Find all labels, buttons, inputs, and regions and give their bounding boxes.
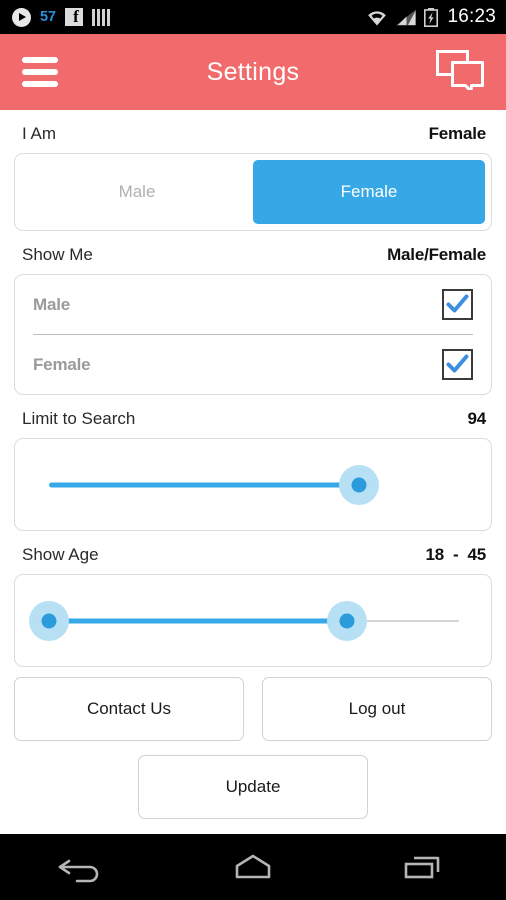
show-me-label-female: Female: [33, 354, 91, 374]
status-bar-left: 57: [12, 7, 110, 27]
show-me-row-label: Show Me Male/Female: [14, 231, 492, 274]
limit-to-search-row-label: Limit to Search 94: [14, 395, 492, 438]
limit-to-search-value: 94: [467, 409, 486, 428]
signal-icon: [396, 9, 417, 25]
settings-content: I Am Female Male Female Show Me Male/Fem…: [0, 110, 506, 819]
show-me-row-male[interactable]: Male: [33, 275, 473, 334]
show-me-row-female[interactable]: Female: [33, 334, 473, 394]
home-icon: [235, 854, 271, 879]
show-age-separator: -: [453, 545, 459, 564]
show-age-label: Show Age: [22, 545, 99, 564]
checkbox-female[interactable]: [442, 349, 473, 380]
check-icon: [446, 294, 469, 313]
status-bar-clock: 16:23: [447, 6, 496, 27]
show-age-min-value: 18: [425, 545, 445, 564]
hamburger-menu-icon[interactable]: [22, 57, 58, 87]
notification-count: 57: [40, 9, 56, 25]
wifi-icon: [368, 10, 387, 25]
i-am-row-label: I Am Female: [14, 110, 492, 153]
contact-us-button[interactable]: Contact Us: [14, 677, 244, 741]
chat-bubbles-icon[interactable]: [436, 49, 484, 95]
status-bar: 57 16:23: [0, 0, 506, 34]
page-title: Settings: [206, 57, 300, 86]
limit-to-search-slider[interactable]: [14, 438, 492, 531]
show-me-label-male: Male: [33, 294, 70, 314]
checkbox-male[interactable]: [442, 289, 473, 320]
back-arrow-icon: [59, 859, 99, 883]
update-button-row: Update: [14, 741, 492, 819]
gender-option-female[interactable]: Female: [253, 160, 485, 224]
show-age-row-label: Show Age 18 - 45: [14, 531, 492, 574]
back-button[interactable]: [44, 834, 124, 900]
show-age-slider[interactable]: [14, 574, 492, 667]
show-me-value: Male/Female: [387, 245, 486, 264]
limit-slider-thumb[interactable]: [339, 464, 379, 505]
show-me-card: Male Female: [14, 274, 492, 395]
limit-slider-active-track: [49, 482, 359, 487]
android-nav-bar: [0, 834, 506, 900]
log-out-button[interactable]: Log out: [262, 677, 492, 741]
app-bar: Settings: [0, 34, 506, 110]
show-me-check-list: Male Female: [15, 275, 491, 394]
recent-apps-icon: [404, 856, 439, 879]
recent-apps-button[interactable]: [382, 834, 462, 900]
limit-to-search-label: Limit to Search: [22, 409, 136, 428]
home-button[interactable]: [213, 834, 293, 900]
i-am-label: I Am: [22, 124, 57, 143]
action-button-row: Contact Us Log out: [14, 667, 492, 741]
check-icon: [446, 354, 469, 373]
i-am-value: Female: [428, 124, 487, 143]
show-age-value: 18 - 45: [426, 545, 487, 565]
show-me-label: Show Me: [22, 245, 93, 264]
show-age-max-value: 45: [467, 545, 486, 564]
bars-icon: [91, 8, 110, 26]
age-slider-active-track: [49, 618, 349, 623]
battery-charging-icon: [424, 7, 439, 27]
gender-segmented-control: Male Female: [14, 153, 492, 231]
age-slider-thumb-min[interactable]: [29, 600, 69, 641]
age-slider-thumb-max[interactable]: [327, 600, 367, 641]
update-button[interactable]: Update: [138, 755, 368, 819]
gender-option-male[interactable]: Male: [21, 160, 253, 224]
play-icon: [12, 7, 31, 27]
facebook-icon: [64, 8, 83, 26]
status-bar-right: 16:23: [366, 6, 496, 28]
